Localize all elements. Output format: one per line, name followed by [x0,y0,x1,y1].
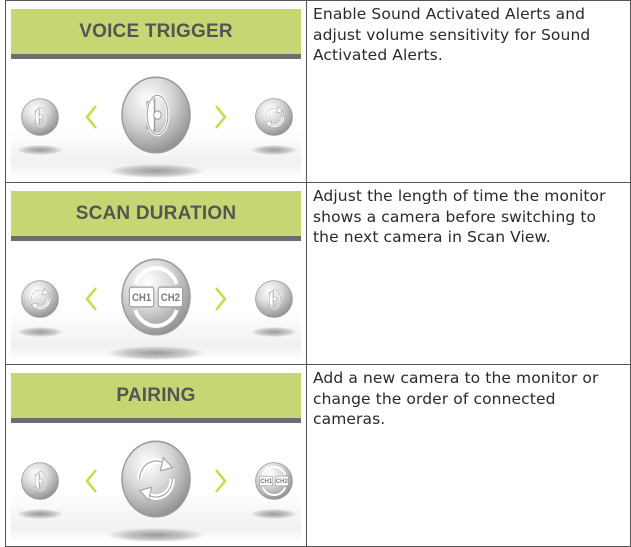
screen-title-bar: VOICE TRIGGER [11,9,301,59]
chevron-right-icon [214,286,227,312]
channel-label: CH1 [260,479,273,485]
icon-shadow [251,327,297,337]
icon-shadow [17,509,63,519]
monitor-screen-pairing: PAIRING CH1 CH2 [11,373,301,543]
speaker-icon [20,97,60,137]
chevron-left-icon [85,104,98,130]
refresh-icon [119,438,193,520]
icon-shadow [251,509,297,519]
table-row: VOICE TRIGGER Enable Sound Activated Ale… [5,0,631,183]
refresh-icon [20,279,60,319]
description-text: Add a new camera to the monitor or chang… [313,369,599,428]
icon-shadow [108,346,204,360]
chevron-right-icon [214,468,227,494]
screen-cell: VOICE TRIGGER [5,0,307,183]
table-row: SCAN DURATION CH1 CH2 Adjust the length … [5,182,631,365]
description-cell: Enable Sound Activated Alerts and adjust… [306,0,631,183]
screen-title: VOICE TRIGGER [79,20,233,42]
channel-switch-icon: CH1 CH2 [119,256,193,338]
icon-shadow [17,327,63,337]
channel-switch-icon: CH1 CH2 [254,461,294,501]
icon-shadow [108,164,204,178]
table-row: PAIRING CH1 CH2 Add a new camera to the … [5,364,631,547]
screen-title: PAIRING [116,384,196,406]
chevron-right-icon [214,104,227,130]
description-text: Enable Sound Activated Alerts and adjust… [313,5,591,64]
channel-label: CH2 [276,479,289,485]
channel-label: CH2 [161,293,181,305]
screen-title-bar: SCAN DURATION [11,191,301,241]
screen-cell: SCAN DURATION CH1 CH2 [5,182,307,365]
screen-title-bar: PAIRING [11,373,301,423]
chevron-left-icon [85,286,98,312]
screen-cell: PAIRING CH1 CH2 [5,364,307,547]
settings-menu-table: VOICE TRIGGER Enable Sound Activated Ale… [5,0,631,547]
monitor-screen-scan-duration: SCAN DURATION CH1 CH2 [11,191,301,361]
speaker-icon [254,279,294,319]
channel-label: CH1 [132,293,152,305]
icon-shadow [251,145,297,155]
monitor-screen-voice-trigger: VOICE TRIGGER [11,9,301,179]
speaker-icon [20,461,60,501]
screen-title: SCAN DURATION [75,202,237,224]
description-cell: Adjust the length of time the monitor sh… [306,182,631,365]
speaker-icon [120,75,192,155]
description-cell: Add a new camera to the monitor or chang… [306,364,631,547]
description-text: Adjust the length of time the monitor sh… [313,187,606,246]
icon-shadow [17,145,63,155]
chevron-left-icon [85,468,98,494]
refresh-icon [254,97,294,137]
